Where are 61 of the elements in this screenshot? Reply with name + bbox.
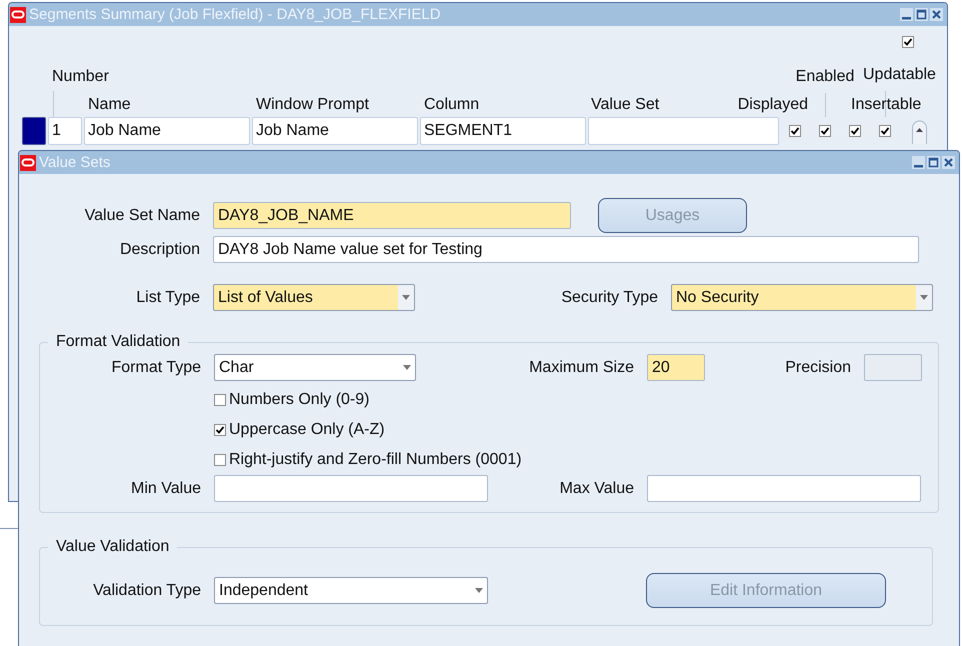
text-field[interactable]	[214, 475, 488, 502]
field-label: Precision	[784, 358, 851, 376]
column-header: Insertable	[851, 96, 922, 115]
column-header: Window Prompt	[255, 96, 369, 115]
checkbox-label[interactable]: Numbers Only (0-9)	[229, 391, 370, 409]
dropdown-field[interactable]: Char	[214, 354, 416, 381]
checkbox[interactable]	[902, 36, 914, 48]
field-label: Max Value	[558, 480, 634, 498]
text-field[interactable]	[647, 475, 921, 502]
close-icon[interactable]	[942, 156, 955, 169]
dropdown-caret-icon	[402, 295, 410, 300]
checkbox-label[interactable]: Uppercase Only (A-Z)	[229, 421, 385, 439]
column-header: Updatable	[863, 66, 936, 85]
dropdown-caret-icon	[920, 295, 928, 300]
column-header: Value Set	[590, 96, 660, 115]
field-label: Validation Type	[92, 582, 201, 600]
field-label: Value Set Name	[84, 206, 200, 224]
minimize-icon[interactable]	[900, 8, 913, 21]
section-title: Format Validation	[55, 333, 182, 351]
text-field[interactable]: DAY8 Job Name value set for Testing	[213, 236, 919, 263]
dropdown-caret-icon	[403, 365, 411, 370]
scroll-up-button[interactable]	[912, 120, 927, 144]
column-header: Name	[87, 96, 131, 115]
field-label: List Type	[135, 288, 200, 306]
field-label: Min Value	[130, 480, 201, 498]
text-field[interactable]: DAY8_JOB_NAME	[213, 202, 571, 229]
field-label: Security Type	[560, 288, 658, 306]
field-label: Format Type	[110, 358, 201, 376]
close-icon[interactable]	[930, 8, 943, 21]
dropdown-field[interactable]: No Security	[671, 284, 933, 311]
window-title: Value Sets	[39, 154, 112, 171]
column-header: Enabled	[796, 68, 854, 87]
field-label: Maximum Size	[528, 358, 634, 376]
dropdown-field[interactable]: List of Values	[213, 284, 415, 311]
dropdown-caret-icon	[475, 588, 483, 593]
minimize-icon[interactable]	[912, 156, 925, 169]
checkbox-label[interactable]: Right-justify and Zero-fill Numbers (0001)	[229, 451, 522, 469]
checkbox[interactable]	[214, 424, 226, 436]
table-cell[interactable]: 1	[48, 117, 82, 145]
checkbox[interactable]	[214, 394, 226, 406]
table-cell[interactable]	[588, 117, 779, 145]
checkbox[interactable]	[819, 125, 831, 137]
table-cell[interactable]: Job Name	[252, 117, 418, 145]
section-title: Value Validation	[55, 538, 170, 556]
column-header: Displayed	[738, 96, 808, 115]
column-header: Column	[423, 96, 480, 115]
window-title: Segments Summary (Job Flexfield) - DAY8_JOB_FLEXFIELD	[29, 6, 442, 23]
table-cell[interactable]: SEGMENT1	[420, 117, 586, 145]
table-cell[interactable]: Job Name	[84, 117, 250, 145]
dropdown-field[interactable]: Independent	[214, 577, 488, 604]
column-header: Number	[51, 68, 109, 87]
text-field[interactable]: 20	[647, 354, 705, 381]
checkbox[interactable]	[849, 125, 861, 137]
checkbox[interactable]	[789, 125, 801, 137]
field-label: Description	[118, 240, 200, 258]
checkbox[interactable]	[879, 125, 891, 137]
checkbox[interactable]	[214, 454, 226, 466]
app-logo-icon	[20, 154, 36, 170]
app-logo-icon	[10, 6, 26, 22]
maximize-icon[interactable]	[915, 8, 928, 21]
maximize-icon[interactable]	[927, 156, 940, 169]
